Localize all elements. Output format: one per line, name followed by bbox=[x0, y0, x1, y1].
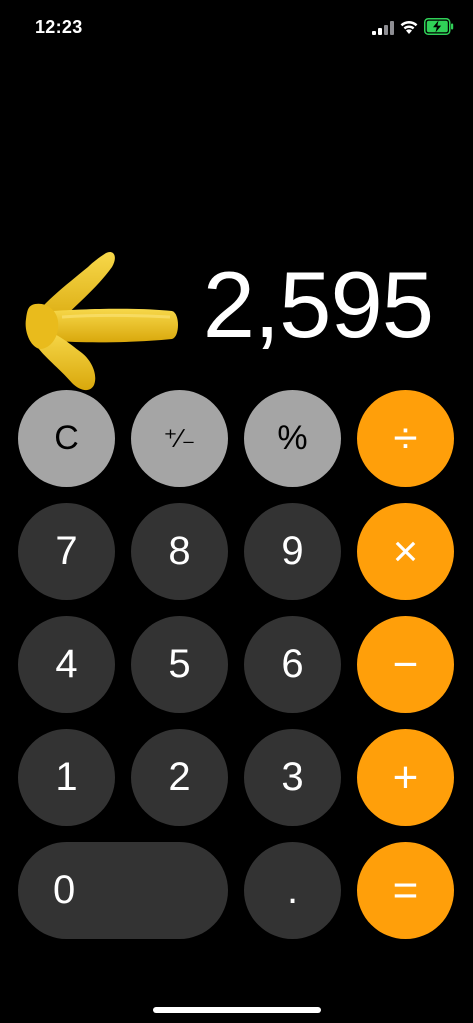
plus-button[interactable]: + bbox=[357, 729, 454, 826]
clear-button[interactable]: C bbox=[18, 390, 115, 487]
home-indicator[interactable] bbox=[153, 1007, 321, 1013]
plus-minus-button[interactable]: ⁺∕₋ bbox=[131, 390, 228, 487]
keypad: C ⁺∕₋ % ÷ 7 8 9 × 4 5 6 − 1 2 3 + 0 . = bbox=[0, 0, 473, 1023]
minus-button[interactable]: − bbox=[357, 616, 454, 713]
digit-7-button[interactable]: 7 bbox=[18, 503, 115, 600]
digit-8-button[interactable]: 8 bbox=[131, 503, 228, 600]
equals-button[interactable]: = bbox=[357, 842, 454, 939]
divide-button[interactable]: ÷ bbox=[357, 390, 454, 487]
digit-2-button[interactable]: 2 bbox=[131, 729, 228, 826]
digit-9-button[interactable]: 9 bbox=[244, 503, 341, 600]
percent-button[interactable]: % bbox=[244, 390, 341, 487]
multiply-button[interactable]: × bbox=[357, 503, 454, 600]
digit-5-button[interactable]: 5 bbox=[131, 616, 228, 713]
digit-3-button[interactable]: 3 bbox=[244, 729, 341, 826]
digit-4-button[interactable]: 4 bbox=[18, 616, 115, 713]
digit-0-button[interactable]: 0 bbox=[18, 842, 228, 939]
decimal-button[interactable]: . bbox=[244, 842, 341, 939]
digit-1-button[interactable]: 1 bbox=[18, 729, 115, 826]
digit-6-button[interactable]: 6 bbox=[244, 616, 341, 713]
